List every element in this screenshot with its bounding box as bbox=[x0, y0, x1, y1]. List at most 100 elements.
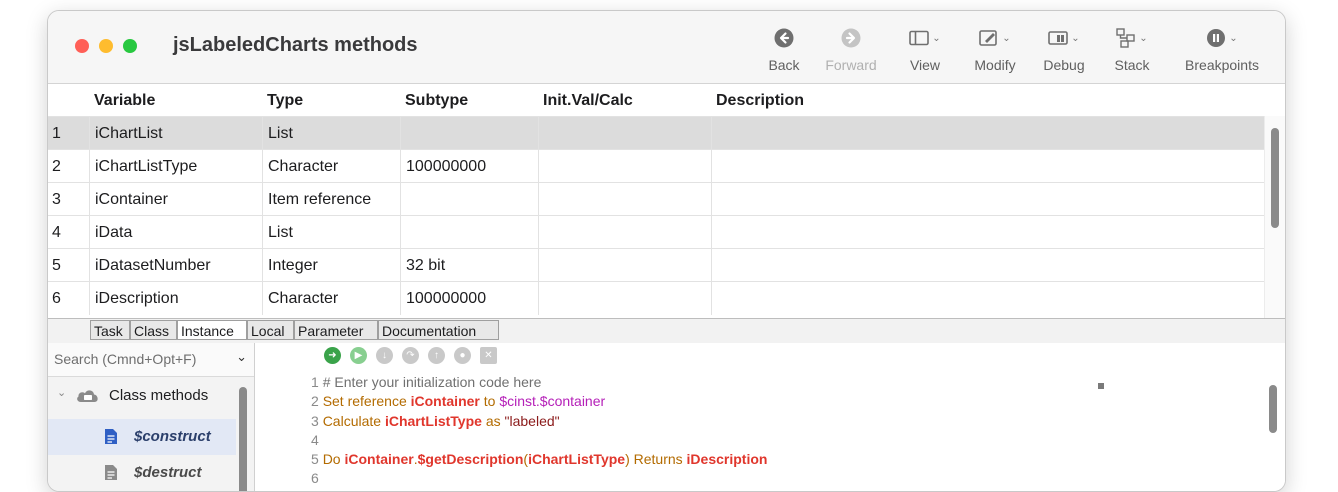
type-cell[interactable]: Item reference bbox=[262, 183, 400, 216]
variable-cell[interactable]: iDescription bbox=[89, 282, 262, 315]
run-step-icon[interactable]: ➜ bbox=[324, 347, 341, 364]
back-button[interactable]: Back bbox=[764, 25, 804, 73]
description-cell[interactable] bbox=[711, 150, 1264, 183]
code-line-6[interactable]: 6 bbox=[311, 469, 767, 488]
disclosure-chevron-icon[interactable]: ⌄ bbox=[57, 386, 66, 399]
column-header-subtype[interactable]: Subtype bbox=[405, 92, 468, 110]
code-line-1[interactable]: 1 # Enter your initialization code here bbox=[311, 373, 767, 392]
back-arrow-icon bbox=[774, 28, 794, 48]
subtype-cell[interactable] bbox=[400, 183, 538, 216]
forward-arrow-icon bbox=[841, 28, 861, 48]
grid-header: Variable Type Subtype Init.Val/Calc Desc… bbox=[48, 84, 1285, 116]
column-header-type[interactable]: Type bbox=[267, 92, 303, 110]
variable-cell[interactable]: iDatasetNumber bbox=[89, 249, 262, 282]
code-line-2[interactable]: 2 Set reference iContainer to $cinst.$co… bbox=[311, 392, 767, 411]
variable-cell[interactable]: iContainer bbox=[89, 183, 262, 216]
tab-instance[interactable]: Instance bbox=[177, 320, 247, 340]
subtype-cell[interactable]: 100000000 bbox=[400, 150, 538, 183]
description-cell[interactable] bbox=[711, 183, 1264, 216]
subtype-cell[interactable] bbox=[400, 216, 538, 249]
tab-parameter[interactable]: Parameter bbox=[294, 320, 378, 340]
tree-item-destruct[interactable]: $destruct bbox=[48, 455, 236, 491]
stack-button[interactable]: ⌄ Stack bbox=[1109, 25, 1155, 73]
line-number: 5 bbox=[311, 451, 319, 468]
subtype-cell[interactable]: 32 bit bbox=[400, 249, 538, 282]
type-cell[interactable]: List bbox=[262, 117, 400, 150]
init-cell[interactable] bbox=[538, 282, 711, 315]
tab-documentation[interactable]: Documentation bbox=[378, 320, 499, 340]
forward-label: Forward bbox=[825, 57, 877, 73]
grid-scrollbar[interactable] bbox=[1264, 116, 1285, 318]
method-tree-pane: Search (Cmnd+Opt+F) ⌄ ⌄ Class methods $c… bbox=[48, 343, 255, 491]
code-text: # Enter your initialization code here bbox=[322, 374, 542, 390]
tab-class[interactable]: Class bbox=[130, 320, 177, 340]
init-cell[interactable] bbox=[538, 216, 711, 249]
description-cell[interactable] bbox=[711, 216, 1264, 249]
type-cell[interactable]: Character bbox=[262, 150, 400, 183]
step-out-icon[interactable]: ↑ bbox=[428, 347, 445, 364]
description-cell[interactable] bbox=[711, 282, 1264, 315]
variable-cell[interactable]: iChartList bbox=[89, 117, 262, 150]
zoom-window-button[interactable] bbox=[123, 39, 137, 53]
init-cell[interactable] bbox=[538, 249, 711, 282]
table-row[interactable]: 2 iChartListType Character 100000000 bbox=[48, 149, 1264, 183]
subtype-cell[interactable] bbox=[400, 117, 538, 150]
tab-local[interactable]: Local bbox=[247, 320, 294, 340]
code-line-4[interactable]: 4 bbox=[311, 431, 767, 450]
debug-button[interactable]: ⌄ Debug bbox=[1039, 25, 1089, 73]
method-document-icon bbox=[105, 429, 117, 444]
column-header-init[interactable]: Init.Val/Calc bbox=[543, 92, 633, 110]
code-marker bbox=[1098, 383, 1104, 389]
close-window-button[interactable] bbox=[75, 39, 89, 53]
column-header-description[interactable]: Description bbox=[716, 92, 804, 110]
tree-group-class-methods[interactable]: ⌄ Class methods bbox=[48, 383, 238, 413]
chevron-down-icon[interactable]: ⌄ bbox=[236, 349, 247, 365]
row-number: 3 bbox=[52, 191, 61, 208]
tab-task[interactable]: Task bbox=[90, 320, 130, 340]
description-cell[interactable] bbox=[711, 117, 1264, 150]
tree-scroll-thumb[interactable] bbox=[239, 387, 247, 491]
view-button[interactable]: ⌄ View bbox=[902, 25, 948, 73]
type-cell[interactable]: List bbox=[262, 216, 400, 249]
clear-icon[interactable]: ✕ bbox=[480, 347, 497, 364]
breakpoints-button[interactable]: ⌄ Breakpoints bbox=[1176, 25, 1268, 73]
code-line-5[interactable]: 5 Do iContainer.$getDescription(iChartLi… bbox=[311, 450, 767, 469]
code-lines[interactable]: 1 # Enter your initialization code here … bbox=[311, 373, 767, 489]
column-header-variable[interactable]: Variable bbox=[94, 92, 155, 110]
tree-item-construct[interactable]: $construct bbox=[48, 419, 236, 455]
step-into-icon[interactable]: ↓ bbox=[376, 347, 393, 364]
init-cell[interactable] bbox=[538, 117, 711, 150]
code-line-3[interactable]: 3 Calculate iChartListType as "labeled" bbox=[311, 412, 767, 431]
view-layout-icon bbox=[909, 30, 930, 46]
table-row[interactable]: 5 iDatasetNumber Integer 32 bit bbox=[48, 248, 1264, 282]
code-text: Calculate iChartListType as "labeled" bbox=[322, 412, 560, 429]
code-scroll-thumb[interactable] bbox=[1269, 385, 1277, 433]
variable-cell[interactable]: iChartListType bbox=[89, 150, 262, 183]
modify-button[interactable]: ⌄ Modify bbox=[967, 25, 1023, 73]
step-over-icon[interactable]: ↷ bbox=[402, 347, 419, 364]
table-row[interactable]: 1 iChartList List bbox=[48, 116, 1264, 150]
line-number: 6 bbox=[311, 470, 319, 487]
init-cell[interactable] bbox=[538, 150, 711, 183]
table-row[interactable]: 6 iDescription Character 100000000 bbox=[48, 281, 1264, 315]
init-cell[interactable] bbox=[538, 183, 711, 216]
debug-label: Debug bbox=[1043, 57, 1085, 73]
table-row[interactable]: 4 iData List bbox=[48, 215, 1264, 249]
table-row[interactable]: 3 iContainer Item reference bbox=[48, 182, 1264, 216]
play-icon[interactable]: ▶ bbox=[350, 347, 367, 364]
chevron-down-icon: ⌄ bbox=[1139, 32, 1148, 44]
search-input[interactable]: Search (Cmnd+Opt+F) ⌄ bbox=[48, 343, 254, 377]
variable-cell[interactable]: iData bbox=[89, 216, 262, 249]
row-number: 6 bbox=[52, 290, 61, 307]
minimize-window-button[interactable] bbox=[99, 39, 113, 53]
row-number: 4 bbox=[52, 224, 61, 241]
type-cell[interactable]: Character bbox=[262, 282, 400, 315]
grid-scroll-thumb[interactable] bbox=[1271, 128, 1279, 228]
type-cell[interactable]: Integer bbox=[262, 249, 400, 282]
forward-button[interactable]: Forward bbox=[820, 25, 882, 73]
trace-icon[interactable]: ● bbox=[454, 347, 471, 364]
row-number: 2 bbox=[52, 158, 61, 175]
description-cell[interactable] bbox=[711, 249, 1264, 282]
tree-item-label: $destruct bbox=[134, 464, 202, 481]
subtype-cell[interactable]: 100000000 bbox=[400, 282, 538, 315]
